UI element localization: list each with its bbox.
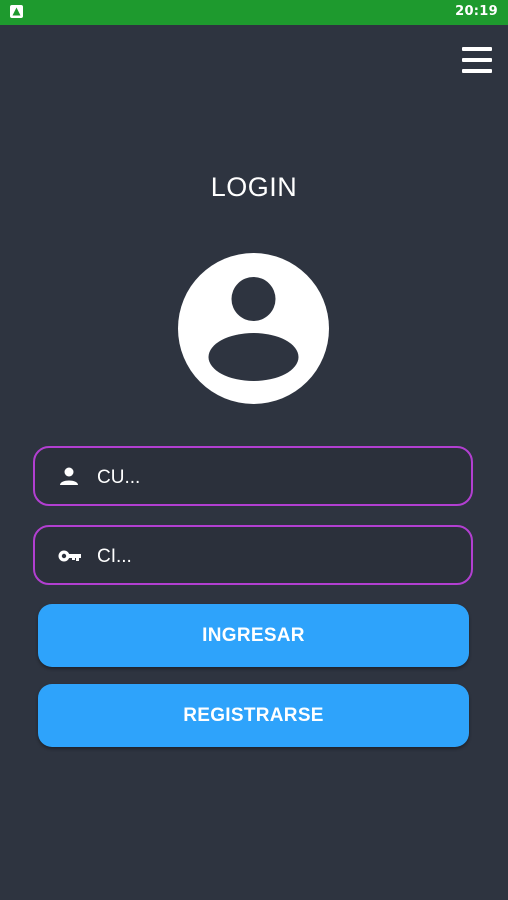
username-value: CU...	[97, 467, 141, 488]
person-icon	[57, 466, 81, 488]
username-field[interactable]: CU...	[33, 446, 473, 506]
register-button[interactable]: REGISTRARSE	[38, 684, 469, 747]
app-notification-icon	[10, 5, 23, 18]
page-title: LOGIN	[210, 172, 298, 202]
status-time: 20:19	[455, 4, 498, 19]
user-avatar-icon	[178, 253, 329, 404]
password-field[interactable]: CI...	[33, 525, 473, 585]
hamburger-menu-icon[interactable]	[460, 44, 494, 78]
status-bar: 20:19	[0, 0, 508, 25]
key-icon	[57, 545, 81, 567]
login-button[interactable]: INGRESAR	[38, 604, 469, 667]
password-value: CI...	[97, 546, 132, 567]
